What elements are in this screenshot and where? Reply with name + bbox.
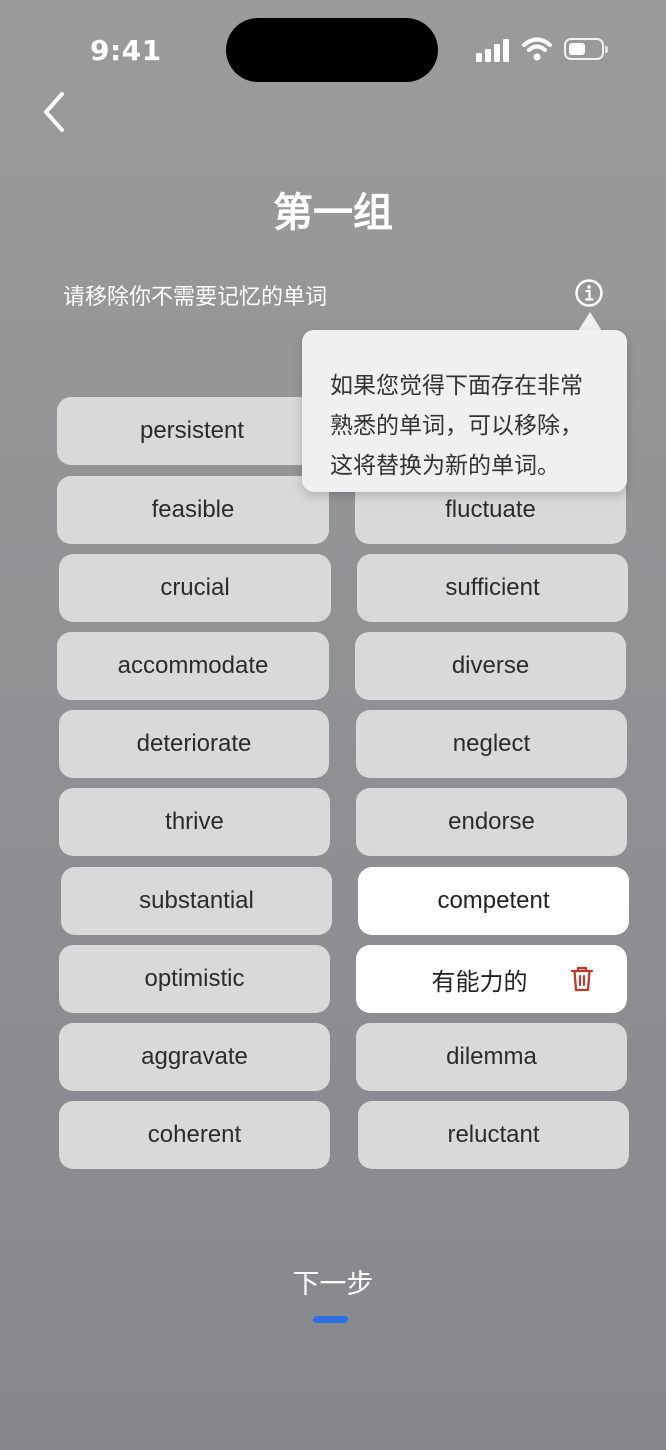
word-chip[interactable]: dilemma xyxy=(356,1023,627,1091)
word-chip[interactable]: diverse xyxy=(355,632,626,700)
tooltip-line: 这将替换为新的单词。 xyxy=(330,453,560,479)
tooltip-line: 熟悉的单词，可以移除， xyxy=(330,413,583,439)
word-chip-selected[interactable]: competent xyxy=(358,867,629,935)
wifi-icon xyxy=(522,37,552,61)
trash-icon[interactable] xyxy=(569,965,595,993)
dynamic-island xyxy=(226,18,438,82)
word-meaning-text: 有能力的 xyxy=(431,968,528,996)
cellular-signal-icon xyxy=(476,38,510,62)
tooltip-line: 如果您觉得下面存在非常 xyxy=(330,373,583,399)
word-chip[interactable]: optimistic xyxy=(59,945,330,1013)
info-tooltip: 如果您觉得下面存在非常 熟悉的单词，可以移除， 这将替换为新的单词。 xyxy=(302,330,627,492)
word-chip[interactable]: accommodate xyxy=(57,632,329,700)
word-chip[interactable]: sufficient xyxy=(357,554,628,622)
next-step-button[interactable]: 下一步 xyxy=(233,1262,433,1312)
tooltip-arrow xyxy=(578,312,602,331)
word-chip[interactable]: neglect xyxy=(356,710,627,778)
page-title: 第一组 xyxy=(273,190,393,236)
battery-icon xyxy=(564,38,608,60)
word-chip[interactable]: persistent xyxy=(57,397,327,465)
back-chevron-icon[interactable] xyxy=(38,90,74,136)
info-icon[interactable] xyxy=(574,278,604,308)
word-chip[interactable]: endorse xyxy=(356,788,627,856)
word-chip[interactable]: aggravate xyxy=(59,1023,330,1091)
word-chip[interactable]: coherent xyxy=(59,1101,330,1169)
status-bar: 9:41 xyxy=(0,0,666,100)
instruction-text: 请移除你不需要记忆的单词 xyxy=(63,285,328,310)
status-time: 9:41 xyxy=(90,34,162,67)
progress-indicator xyxy=(313,1316,348,1323)
word-chip[interactable]: substantial xyxy=(61,867,332,935)
word-chip[interactable]: thrive xyxy=(59,788,330,856)
word-meaning-chip: 有能力的 xyxy=(356,945,627,1013)
word-chip[interactable]: crucial xyxy=(59,554,331,622)
word-chip[interactable]: reluctant xyxy=(358,1101,629,1169)
word-chip[interactable]: feasible xyxy=(57,476,329,544)
word-chip[interactable]: deteriorate xyxy=(59,710,329,778)
